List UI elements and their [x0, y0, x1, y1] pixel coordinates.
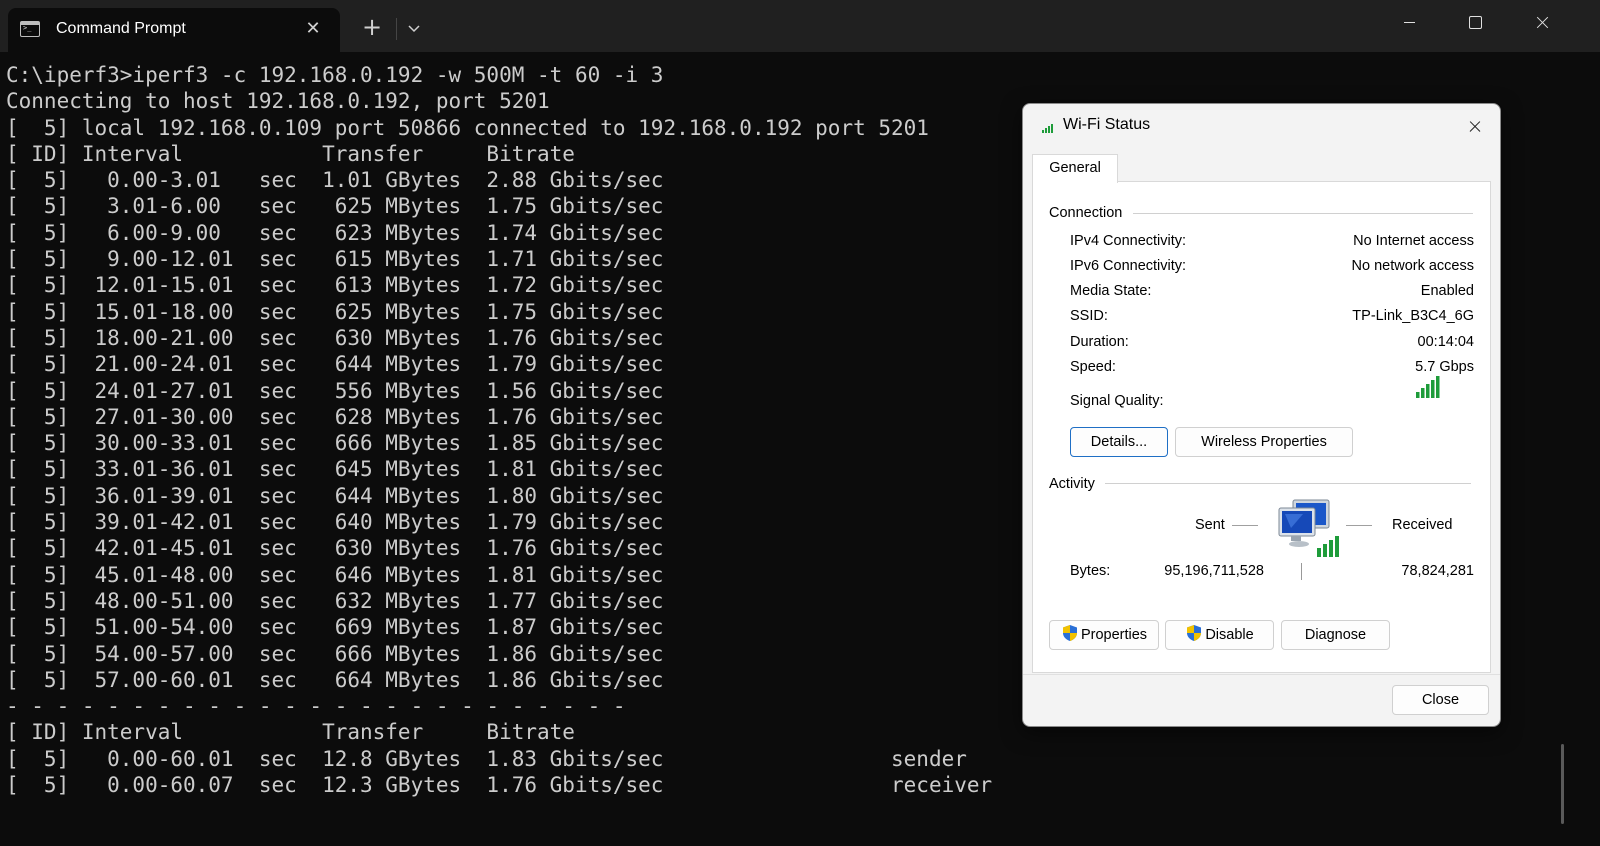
bytes-received-value: 78,824,281: [1401, 563, 1474, 579]
terminal-line: Connecting to host 192.168.0.192, port 5…: [6, 89, 550, 114]
wireless-properties-button[interactable]: Wireless Properties: [1175, 427, 1353, 457]
uac-shield-icon: [1062, 625, 1077, 642]
signal-bar: [1431, 380, 1435, 398]
close-tab-icon[interactable]: ✕: [300, 16, 326, 42]
signal-quality-label: Signal Quality:: [1070, 393, 1164, 409]
disable-button[interactable]: Disable: [1165, 620, 1274, 650]
terminal-line: [ 5] 0.00-60.07 sec 12.3 GBytes 1.76 Gbi…: [6, 773, 993, 798]
terminal-line: [ 5] 12.01-15.01 sec 613 MBytes 1.72 Gbi…: [6, 273, 664, 298]
ssid-value: TP-Link_B3C4_6G: [1352, 308, 1474, 324]
disable-label: Disable: [1205, 627, 1254, 643]
terminal-line: [ 5] 6.00-9.00 sec 623 MBytes 1.74 Gbits…: [6, 220, 664, 245]
title-bar: Command Prompt ✕ +: [0, 0, 1600, 52]
signal-bar: [1416, 392, 1420, 398]
footer-separator: [1023, 674, 1500, 675]
terminal-line: [ 5] 27.01-30.00 sec 628 MBytes 1.76 Gbi…: [6, 404, 664, 429]
activity-divider: [1105, 483, 1471, 484]
tab-separator: [396, 18, 397, 40]
wifi-signal-icon: [1042, 124, 1053, 133]
duration-value: 00:14:04: [1417, 334, 1474, 350]
tab-command-prompt[interactable]: Command Prompt ✕: [8, 8, 340, 52]
speed-value: 5.7 Gbps: [1415, 359, 1474, 375]
media-state-label: Media State:: [1070, 283, 1152, 299]
terminal-line: [ 5] 0.00-60.01 sec 12.8 GBytes 1.83 Gbi…: [6, 746, 967, 771]
terminal-line: [ 5] 48.00-51.00 sec 632 MBytes 1.77 Gbi…: [6, 588, 664, 613]
terminal-output[interactable]: C:\iperf3>iperf3 -c 192.168.0.192 -w 500…: [6, 62, 992, 798]
received-line: [1346, 525, 1372, 526]
terminal-line: [ 5] 39.01-42.01 sec 640 MBytes 1.79 Gbi…: [6, 510, 664, 535]
bytes-divider: [1301, 563, 1302, 580]
close-window-button[interactable]: [1508, 0, 1570, 46]
ipv4-label: IPv4 Connectivity:: [1070, 233, 1187, 249]
terminal-line: - - - - - - - - - - - - - - - - - - - - …: [6, 694, 626, 719]
tab-title: Command Prompt: [56, 20, 186, 37]
tab-general[interactable]: General: [1032, 154, 1118, 183]
ipv4-value: No Internet access: [1353, 233, 1474, 249]
signal-strength-icon: [1416, 376, 1440, 398]
signal-bar: [1421, 388, 1425, 398]
media-state-value: Enabled: [1420, 283, 1474, 299]
terminal-line: [ 5] 36.01-39.01 sec 644 MBytes 1.80 Gbi…: [6, 483, 664, 508]
terminal-line: [ 5] 24.01-27.01 sec 556 MBytes 1.56 Gbi…: [6, 378, 664, 403]
terminal-line: C:\iperf3>iperf3 -c 192.168.0.192 -w 500…: [6, 63, 664, 87]
minimize-button[interactable]: [1378, 0, 1440, 46]
terminal-line: [ 5] 21.00-24.01 sec 644 MBytes 1.79 Gbi…: [6, 352, 664, 377]
network-computers-icon: [1278, 499, 1339, 557]
signal-bar: [1426, 384, 1430, 398]
connection-group-label: Connection: [1049, 205, 1123, 221]
properties-label: Properties: [1080, 627, 1148, 643]
general-panel: Connection IPv4 Connectivity: No Interne…: [1032, 181, 1491, 673]
ipv6-label: IPv6 Connectivity:: [1070, 258, 1187, 274]
sent-label: Sent: [1195, 517, 1225, 533]
wifi-status-dialog: Wi-Fi Status General Connection IPv4 Con…: [1022, 103, 1501, 727]
signal-bar: [1436, 376, 1440, 398]
terminal-line: [ 5] 42.01-45.01 sec 630 MBytes 1.76 Gbi…: [6, 536, 664, 561]
terminal-line: [ 5] 33.01-36.01 sec 645 MBytes 1.81 Gbi…: [6, 457, 664, 482]
close-button[interactable]: Close: [1392, 685, 1489, 715]
speed-label: Speed:: [1070, 359, 1116, 375]
dialog-close-icon[interactable]: [1455, 108, 1495, 144]
ssid-label: SSID:: [1070, 308, 1108, 324]
terminal-line: [ 5] 54.00-57.00 sec 666 MBytes 1.86 Gbi…: [6, 641, 664, 666]
terminal-line: [ ID] Interval Transfer Bitrate: [6, 141, 575, 166]
activity-group-label: Activity: [1049, 476, 1095, 492]
chevron-down-icon[interactable]: [402, 16, 426, 40]
terminal-line: [ 5] 0.00-3.01 sec 1.01 GBytes 2.88 Gbit…: [6, 168, 664, 193]
terminal-line: [ ID] Interval Transfer Bitrate: [6, 720, 575, 745]
uac-shield-icon: [1187, 625, 1202, 642]
sent-line: [1232, 525, 1258, 526]
bytes-sent-value: 95,196,711,528: [1164, 563, 1264, 579]
terminal-line: [ 5] 9.00-12.01 sec 615 MBytes 1.71 Gbit…: [6, 247, 664, 272]
received-label: Received: [1392, 517, 1453, 533]
terminal-line: [ 5] 18.00-21.00 sec 630 MBytes 1.76 Gbi…: [6, 325, 664, 350]
terminal-icon: [20, 21, 40, 37]
properties-button[interactable]: Properties: [1049, 620, 1159, 650]
scrollbar[interactable]: [1561, 744, 1564, 824]
diagnose-button[interactable]: Diagnose: [1281, 620, 1390, 650]
terminal-line: [ 5] local 192.168.0.109 port 50866 conn…: [6, 115, 929, 140]
duration-label: Duration:: [1070, 334, 1129, 350]
new-tab-button[interactable]: +: [358, 14, 386, 42]
terminal-line: [ 5] 15.01-18.00 sec 625 MBytes 1.75 Gbi…: [6, 299, 664, 324]
terminal-line: [ 5] 3.01-6.00 sec 625 MBytes 1.75 Gbits…: [6, 194, 664, 219]
terminal-line: [ 5] 57.00-60.01 sec 664 MBytes 1.86 Gbi…: [6, 667, 664, 692]
connection-divider: [1133, 213, 1473, 214]
terminal-line: [ 5] 30.00-33.01 sec 666 MBytes 1.85 Gbi…: [6, 431, 664, 456]
terminal-line: [ 5] 51.00-54.00 sec 669 MBytes 1.87 Gbi…: [6, 615, 664, 640]
bytes-label: Bytes:: [1070, 563, 1111, 579]
dialog-title: Wi-Fi Status: [1063, 116, 1151, 133]
details-button[interactable]: Details...: [1070, 427, 1168, 457]
ipv6-value: No network access: [1351, 258, 1475, 274]
maximize-button[interactable]: [1444, 0, 1506, 46]
terminal-line: [ 5] 45.01-48.00 sec 646 MBytes 1.81 Gbi…: [6, 562, 664, 587]
